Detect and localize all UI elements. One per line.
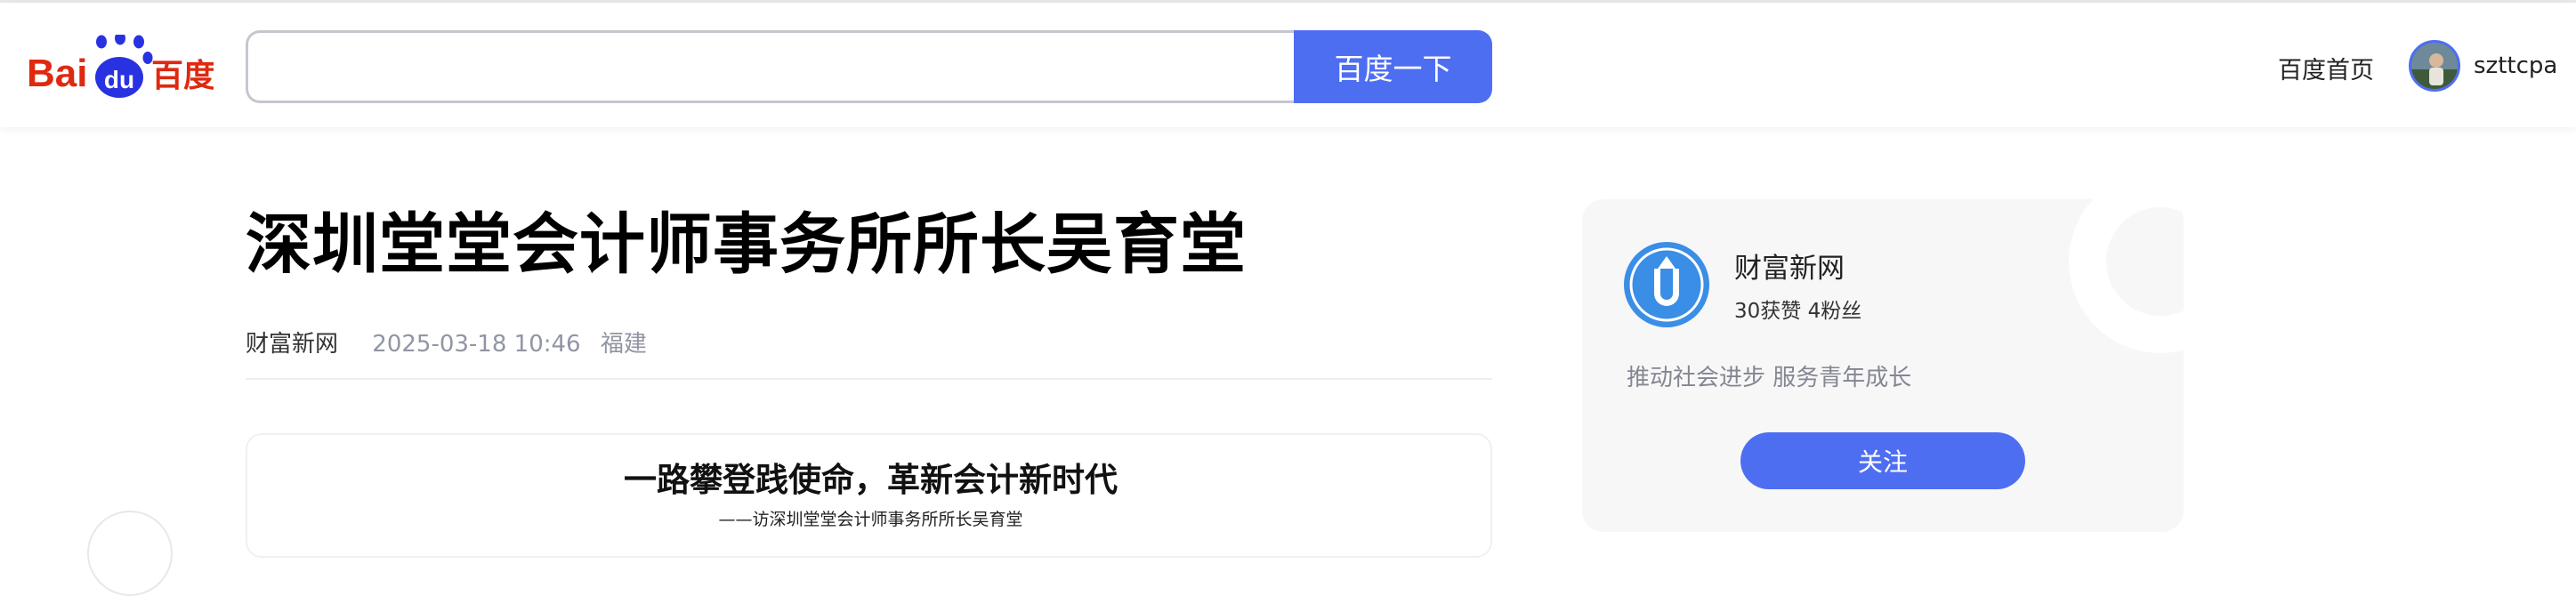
author-stats: 30获赞 4粉丝 (1734, 300, 1862, 323)
article-card-heading: 一路攀登践使命，革新会计新时代 (624, 461, 1118, 499)
top-navbar: Bai du 百度 百度一下 百度首页 szttcpa (0, 3, 2576, 127)
article-date: 2025-03-18 10:46 (372, 331, 581, 358)
search-input[interactable] (246, 30, 1294, 103)
search-button[interactable]: 百度一下 (1294, 30, 1492, 103)
author-description: 推动社会进步 服务青年成长 (1627, 365, 1912, 391)
svg-text:du: du (104, 66, 134, 93)
paw-icon: du (95, 31, 153, 98)
user-avatar-icon[interactable] (2409, 40, 2460, 92)
author-card: 财富新网 30获赞 4粉丝 推动社会进步 服务青年成长 关注 (1582, 199, 2184, 532)
follow-button[interactable]: 关注 (1740, 432, 2025, 489)
article-location: 福建 (600, 331, 647, 358)
article-image-card: 一路攀登践使命，革新会计新时代 ——访深圳堂堂会计师事务所所长吴育堂 (246, 433, 1492, 558)
username[interactable]: szttcpa (2474, 52, 2557, 79)
author-logo-icon[interactable] (1624, 242, 1709, 327)
baidu-home-link[interactable]: 百度首页 (2278, 51, 2374, 85)
baidu-logo[interactable]: Bai du 百度 (27, 31, 215, 99)
article-card-subheading: ——访深圳堂堂会计师事务所所长吴育堂 (718, 510, 1023, 529)
article-title: 深圳堂堂会计师事务所所长吴育堂 (246, 206, 1247, 283)
decorative-ring-icon (2069, 199, 2184, 353)
article-author[interactable]: 财富新网 (246, 331, 338, 358)
svg-text:Bai: Bai (27, 52, 87, 95)
divider (246, 378, 1492, 380)
side-action-button[interactable] (87, 511, 173, 596)
search-bar: 百度一下 (246, 30, 1492, 103)
author-name[interactable]: 财富新网 (1734, 246, 1845, 286)
svg-text:百度: 百度 (151, 58, 214, 94)
article-meta: 财富新网 2025-03-18 10:46 福建 (246, 326, 647, 358)
